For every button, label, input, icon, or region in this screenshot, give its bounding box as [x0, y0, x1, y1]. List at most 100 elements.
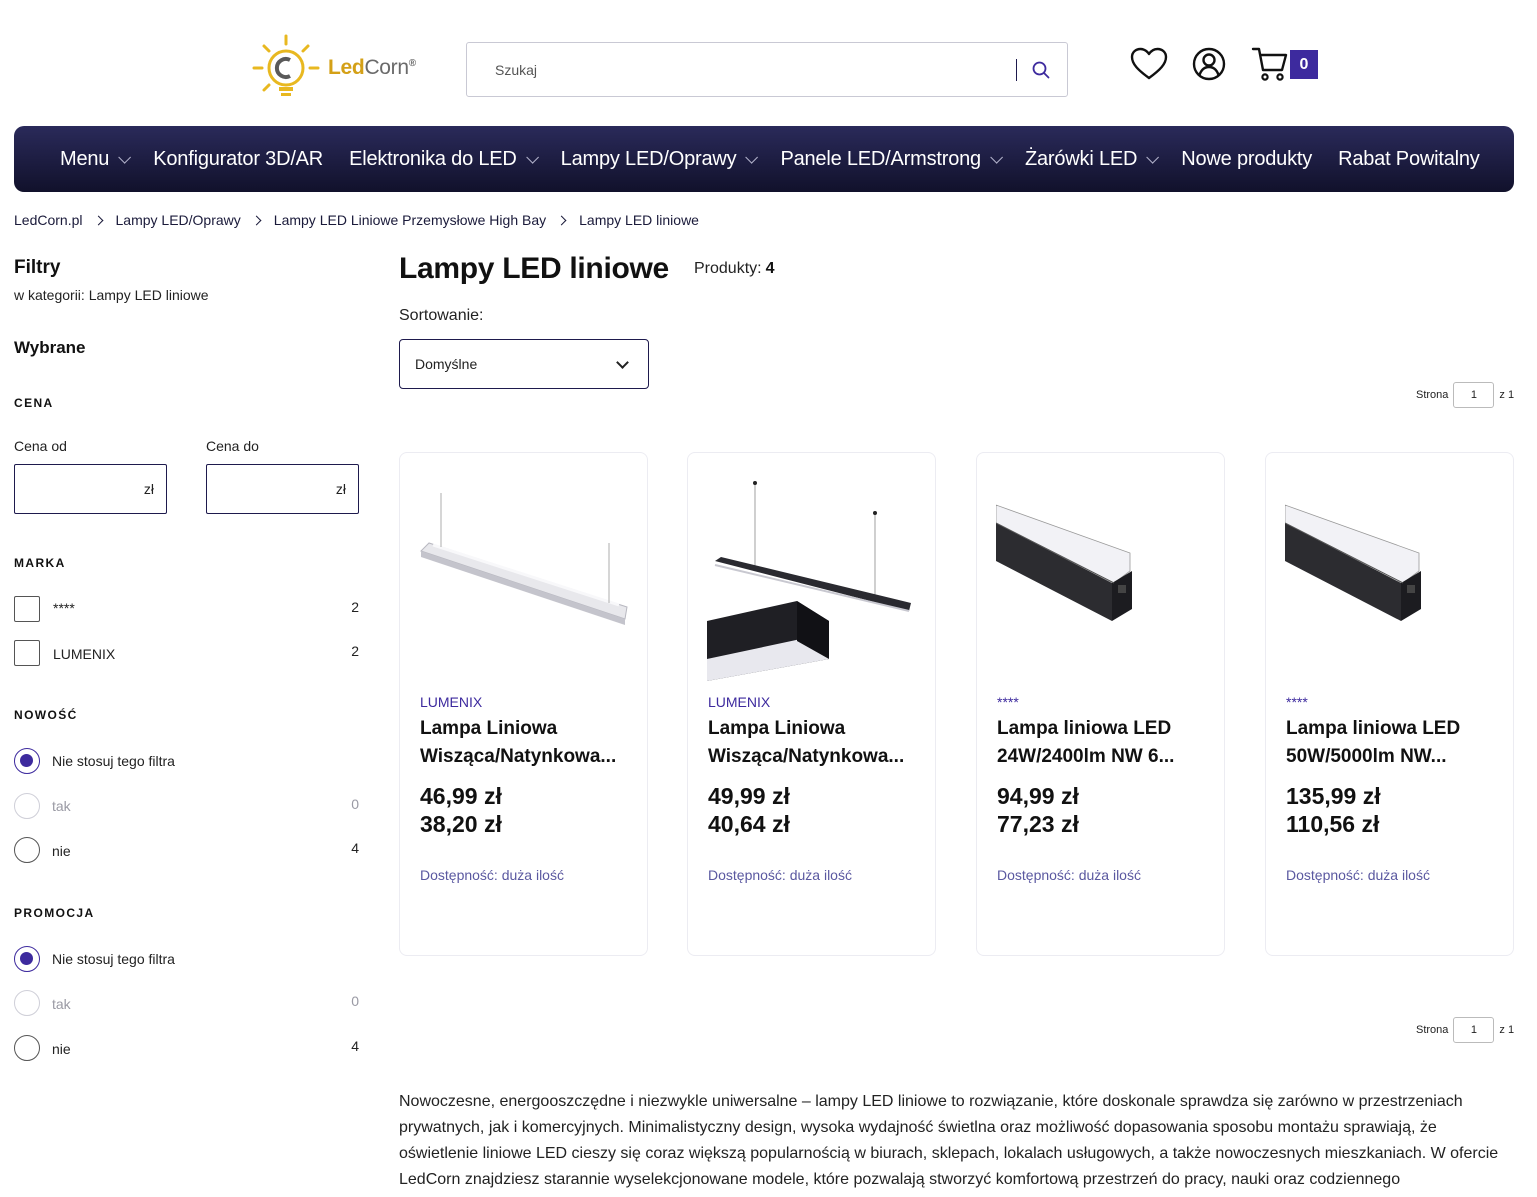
new-label-no: nie — [52, 843, 71, 859]
search-button[interactable] — [1027, 56, 1055, 84]
filters-subtitle: w kategorii: Lampy LED liniowe — [14, 287, 209, 303]
brand-count-stars: 2 — [351, 599, 359, 615]
product-card[interactable]: LUMENIX Lampa Liniowa Wisząca/Natynkowa..… — [399, 452, 648, 956]
product-price-old: 94,99 zł — [997, 783, 1079, 809]
product-availability: Dostępność: duża ilość — [708, 867, 852, 883]
sort-label: Sortowanie: — [399, 307, 484, 324]
breadcrumb: LedCorn.pl Lampy LED/Oprawy Lampy LED Li… — [14, 212, 699, 228]
product-price-old: 135,99 zł — [1286, 783, 1381, 809]
nav-item-menu[interactable]: Menu — [60, 148, 132, 171]
chevron-down-icon — [525, 150, 539, 164]
new-label-none: Nie stosuj tego filtra — [52, 753, 175, 769]
product-name[interactable]: Lampa liniowa LED 50W/5000lm NW... — [1286, 715, 1498, 771]
promo-label-yes: tak — [52, 996, 71, 1012]
product-availability: Dostępność: duża ilość — [997, 867, 1141, 883]
new-count-no: 4 — [351, 840, 359, 856]
nav-item-elektronika[interactable]: Elektronika do LED — [349, 148, 539, 171]
new-heading: NOWOŚĆ — [14, 708, 78, 722]
breadcrumb-link-highbay[interactable]: Lampy LED Liniowe Przemysłowe High Bay — [274, 212, 546, 228]
wishlist-button[interactable] — [1129, 44, 1169, 84]
page-input[interactable]: 1 — [1453, 382, 1495, 408]
search-input[interactable] — [495, 61, 1005, 78]
new-label-yes: tak — [52, 798, 71, 814]
promo-count-no: 4 — [351, 1038, 359, 1054]
brand-count-lumenix: 2 — [351, 643, 359, 659]
cart-button[interactable] — [1250, 44, 1290, 84]
brand-checkbox-stars[interactable] — [14, 596, 40, 622]
chevron-right-icon — [251, 215, 262, 225]
promo-radio-yes[interactable] — [14, 990, 40, 1016]
chevron-down-icon — [990, 150, 1003, 164]
logo-text: LedCorn® — [328, 56, 416, 79]
sort-select[interactable]: Domyślne — [399, 339, 649, 389]
main-nav: Menu Konfigurator 3D/AR Elektronika do L… — [14, 126, 1514, 192]
nav-item-rabat[interactable]: Rabat Powitalny — [1338, 148, 1480, 171]
price-to-input[interactable]: zł — [206, 464, 359, 514]
logo[interactable]: LedCorn® — [250, 32, 430, 104]
product-price-new: 40,64 zł — [708, 811, 790, 837]
product-price-old: 46,99 zł — [420, 783, 502, 809]
price-heading: CENA — [14, 396, 54, 410]
product-price-new: 110,56 zł — [1286, 811, 1380, 837]
new-radio-none[interactable] — [14, 748, 40, 774]
brand-heading: MARKA — [14, 556, 66, 570]
new-count-yes: 0 — [351, 796, 359, 812]
breadcrumb-link-lampy[interactable]: Lampy LED/Oprawy — [116, 212, 241, 228]
product-price-new: 77,23 zł — [997, 811, 1079, 837]
chevron-down-icon — [745, 150, 759, 164]
chevron-right-icon — [93, 215, 103, 225]
product-price-new: 38,20 zł — [420, 811, 502, 837]
product-brand: **** — [997, 694, 1019, 710]
cart-count-badge: 0 — [1290, 50, 1318, 79]
nav-item-panele[interactable]: Panele LED/Armstrong — [780, 148, 1003, 171]
nav-item-konfigurator[interactable]: Konfigurator 3D/AR — [153, 148, 323, 171]
price-from-input[interactable]: zł — [14, 464, 167, 514]
promo-radio-none[interactable] — [14, 946, 40, 972]
selected-filters-title: Wybrane — [14, 338, 86, 357]
product-brand: LUMENIX — [708, 694, 771, 710]
brand-label-stars: **** — [53, 600, 75, 616]
currency-label: zł — [335, 481, 346, 497]
brand-checkbox-lumenix[interactable] — [14, 640, 40, 666]
price-to-label: Cena do — [206, 438, 259, 454]
chevron-right-icon — [556, 215, 567, 225]
new-radio-no[interactable] — [14, 837, 40, 863]
breadcrumb-current[interactable]: Lampy LED liniowe — [579, 212, 699, 228]
product-count: Produkty: 4 — [694, 260, 775, 277]
product-name[interactable]: Lampa Liniowa Wisząca/Natynkowa... — [708, 715, 920, 771]
search-divider — [1016, 59, 1017, 81]
product-brand: LUMENIX — [420, 694, 483, 710]
nav-item-lampy[interactable]: Lampy LED/Oprawy — [561, 148, 759, 171]
nav-item-nowe[interactable]: Nowe produkty — [1181, 148, 1312, 171]
product-card[interactable]: LUMENIX Lampa Liniowa Wisząca/Natynkowa..… — [687, 452, 936, 956]
chevron-down-icon — [118, 150, 132, 164]
product-availability: Dostępność: duża ilość — [420, 867, 564, 883]
product-name[interactable]: Lampa Liniowa Wisząca/Natynkowa... — [420, 715, 632, 771]
product-price-old: 49,99 zł — [708, 783, 790, 809]
product-card[interactable]: **** Lampa liniowa LED 24W/2400lm NW 6...… — [976, 452, 1225, 956]
promo-label-no: nie — [52, 1041, 71, 1057]
brand-label-lumenix: LUMENIX — [53, 646, 116, 662]
product-card[interactable]: **** Lampa liniowa LED 50W/5000lm NW... 1… — [1265, 452, 1514, 956]
account-button[interactable] — [1189, 44, 1229, 84]
nav-item-zarowki[interactable]: Żarówki LED — [1025, 148, 1160, 171]
chevron-down-icon — [616, 356, 629, 369]
promo-heading: PROMOCJA — [14, 906, 95, 920]
promo-count-yes: 0 — [351, 993, 359, 1009]
promo-radio-no[interactable] — [14, 1035, 40, 1061]
breadcrumb-link-home[interactable]: LedCorn.pl — [14, 212, 83, 228]
bulb-logo-icon — [252, 34, 320, 96]
page-input[interactable]: 1 — [1453, 1017, 1495, 1043]
heart-icon — [1130, 47, 1168, 80]
product-image — [707, 481, 911, 681]
product-image — [1285, 504, 1421, 621]
currency-label: zł — [143, 481, 154, 497]
product-name[interactable]: Lampa liniowa LED 24W/2400lm NW 6... — [997, 715, 1209, 771]
product-image — [996, 504, 1132, 621]
pagination-bottom: Strona 1 z 1 — [1416, 1017, 1514, 1043]
new-radio-yes[interactable] — [14, 793, 40, 819]
chevron-down-icon — [1146, 150, 1160, 164]
pagination-top: Strona 1 z 1 — [1416, 382, 1514, 408]
user-icon — [1192, 47, 1226, 81]
category-description: Nowoczesne, energooszczędne i niezwykle … — [399, 1093, 1499, 1188]
